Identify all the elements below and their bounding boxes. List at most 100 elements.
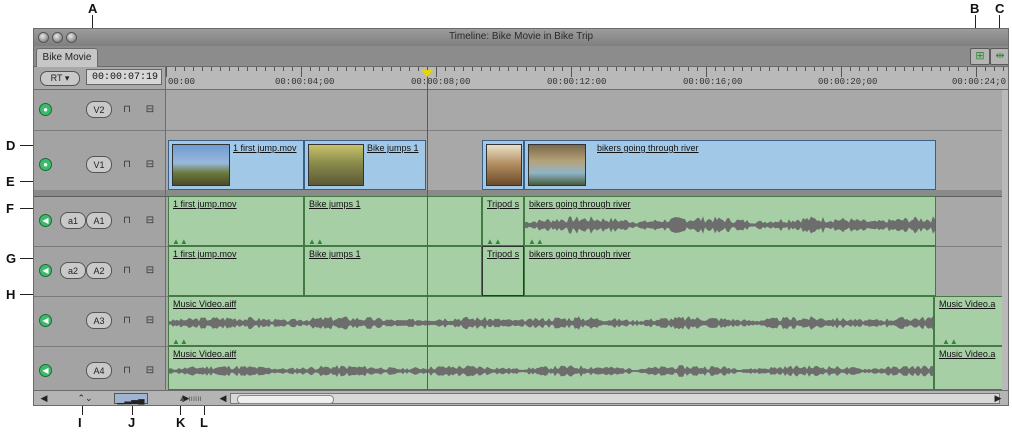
callout-i: I	[78, 415, 82, 430]
clip-overlays-toggle-icon[interactable]: ⌃⌄	[74, 393, 96, 404]
sync-marker-icon: ▲▲	[172, 237, 188, 246]
clip-name: Music Video.aiff	[173, 349, 237, 359]
lock-icon[interactable]: ⊓	[122, 266, 132, 276]
speaker-icon[interactable]: ◀	[38, 393, 50, 404]
video-clip[interactable]	[482, 140, 524, 190]
zoom-slider[interactable]	[230, 393, 1000, 404]
source-control-a1[interactable]: a1	[60, 212, 86, 229]
ruler-tick-label: 00:00	[168, 77, 196, 87]
lock-icon[interactable]: ⊓	[122, 316, 132, 326]
video-clip[interactable]: Bike jumps 1	[304, 140, 426, 190]
audio-waveform	[525, 216, 935, 234]
track-destination-v2[interactable]: V2	[86, 101, 112, 118]
clip-name: 1 first jump.mov	[173, 249, 237, 259]
ruler-tick-label: 00:00:16;00	[683, 77, 743, 87]
snapping-icon: ⊞	[975, 50, 985, 62]
audio-clip[interactable]: Music Video.a	[934, 346, 1008, 390]
track-destination-a4[interactable]: A4	[86, 362, 112, 379]
clip-name: bikers going through river	[529, 249, 631, 259]
track-destination-a2[interactable]: A2	[86, 262, 112, 279]
audio-clip[interactable]: 1 first jump.mov	[168, 196, 304, 246]
link-icon[interactable]: ⊟	[144, 216, 156, 226]
link-icon[interactable]: ⊟	[144, 105, 156, 115]
speaker-icon[interactable]: ◀	[39, 364, 52, 377]
lock-icon[interactable]: ⊓	[122, 105, 132, 115]
clip-name: 1 first jump.mov	[233, 143, 297, 153]
clip-name: Music Video.aiff	[173, 299, 237, 309]
lock-icon[interactable]: ⊓	[122, 160, 132, 170]
track-a3[interactable]: Music Video.aiff Music Video.a ▲▲ ▲▲	[166, 296, 1008, 347]
link-icon[interactable]: ⊟	[144, 316, 156, 326]
callout-c: C	[995, 1, 1005, 16]
clip-name: Bike jumps 1	[309, 249, 361, 259]
scroll-right-button[interactable]: ▶	[992, 393, 1004, 404]
audio-clip[interactable]: bikers going through river	[524, 246, 936, 296]
audio-clip[interactable]: Tripod s	[482, 246, 524, 296]
sync-marker-icon: ▲▲	[308, 237, 324, 246]
track-header-v1: ● V1 ⊓ ⊟	[34, 140, 165, 191]
clip-thumbnail	[486, 144, 522, 186]
track-height-control-icon[interactable]: ▁▂▃▄	[114, 393, 148, 404]
source-control-a2[interactable]: a2	[60, 262, 86, 279]
sequence-tab[interactable]: Bike Movie	[36, 48, 98, 67]
zoom-control[interactable]: ▲ ıııııı	[169, 393, 211, 404]
callout-f: F	[6, 201, 14, 216]
track-a1[interactable]: 1 first jump.mov Bike jumps 1 Tripod s b…	[166, 196, 1008, 247]
speaker-icon[interactable]: ◀	[39, 214, 52, 227]
track-destination-a1[interactable]: A1	[86, 212, 112, 229]
callout-j: J	[128, 415, 136, 430]
audio-clip[interactable]: 1 first jump.mov	[168, 246, 304, 296]
track-header-a4: ◀ A4 ⊓ ⊟	[34, 346, 165, 390]
linked-selection-button[interactable]: ⇹	[990, 48, 1008, 65]
audio-clip[interactable]: Music Video.aiff	[168, 296, 934, 346]
video-clip[interactable]: 1 first jump.mov	[168, 140, 304, 190]
audio-clip[interactable]: Bike jumps 1	[304, 196, 482, 246]
sync-marker-icon: ▲▲	[172, 337, 188, 346]
time-ruler[interactable]: 00:00 00:00:04;00 00:00:08;00 00:00:12:0…	[165, 67, 1008, 89]
audio-clip[interactable]: bikers going through river	[524, 196, 936, 246]
speaker-icon[interactable]: ◀	[39, 314, 52, 327]
clip-name: Music Video.a	[939, 299, 996, 309]
track-a2[interactable]: 1 first jump.mov Bike jumps 1 Tripod s b…	[166, 246, 1008, 297]
track-visibility-eye-icon[interactable]: ●	[39, 158, 52, 171]
clip-thumbnail	[308, 144, 364, 186]
track-destination-a3[interactable]: A3	[86, 312, 112, 329]
zoom-slider-thumb[interactable]	[237, 395, 334, 404]
scroll-left-button[interactable]: ◀	[217, 393, 229, 404]
playhead-line	[427, 71, 428, 390]
sync-marker-icon: ▲▲	[486, 237, 502, 246]
track-visibility-eye-icon[interactable]: ●	[39, 103, 52, 116]
clip-name: Tripod s	[487, 249, 520, 259]
track-v1[interactable]: 1 first jump.mov Bike jumps 1 bikers goi…	[166, 140, 1008, 191]
link-icon[interactable]: ⊟	[144, 160, 156, 170]
callout-e: E	[6, 174, 15, 189]
timeline-tracks[interactable]: 1 first jump.mov Bike jumps 1 bikers goi…	[165, 90, 1008, 390]
tab-row: Bike Movie ⊞ ⇹	[34, 46, 1008, 67]
current-timecode-field[interactable]: 00:00:07:19	[86, 69, 162, 85]
track-destination-v1[interactable]: V1	[86, 156, 112, 173]
audio-clip[interactable]: Music Video.aiff	[168, 346, 934, 390]
link-icon[interactable]: ⊟	[144, 366, 156, 376]
lock-icon[interactable]: ⊓	[122, 366, 132, 376]
title-bar: Timeline: Bike Movie in Bike Trip	[34, 29, 1008, 46]
track-header-a3: ◀ A3 ⊓ ⊟	[34, 296, 165, 347]
timeline-window: Timeline: Bike Movie in Bike Trip Bike M…	[33, 28, 1009, 406]
rt-popup-button[interactable]: RT ▾	[40, 71, 80, 86]
snapping-button[interactable]: ⊞	[970, 48, 990, 65]
audio-waveform	[169, 365, 933, 377]
speaker-icon[interactable]: ◀	[39, 264, 52, 277]
video-clip[interactable]: bikers going through river	[524, 140, 936, 190]
callout-l: L	[200, 415, 208, 430]
callout-b: B	[970, 1, 980, 16]
clip-name: Bike jumps 1	[309, 199, 361, 209]
track-header-gap	[34, 130, 165, 140]
audio-clip[interactable]: Bike jumps 1	[304, 246, 482, 296]
clip-name: Tripod s	[487, 199, 520, 209]
vertical-scroll-control[interactable]	[1002, 90, 1008, 390]
track-v2[interactable]	[166, 90, 1008, 131]
playhead-handle[interactable]	[421, 70, 433, 77]
lock-icon[interactable]: ⊓	[122, 216, 132, 226]
clip-thumbnail	[528, 144, 586, 186]
link-icon[interactable]: ⊟	[144, 266, 156, 276]
track-a4[interactable]: Music Video.aiff Music Video.a	[166, 346, 1008, 390]
